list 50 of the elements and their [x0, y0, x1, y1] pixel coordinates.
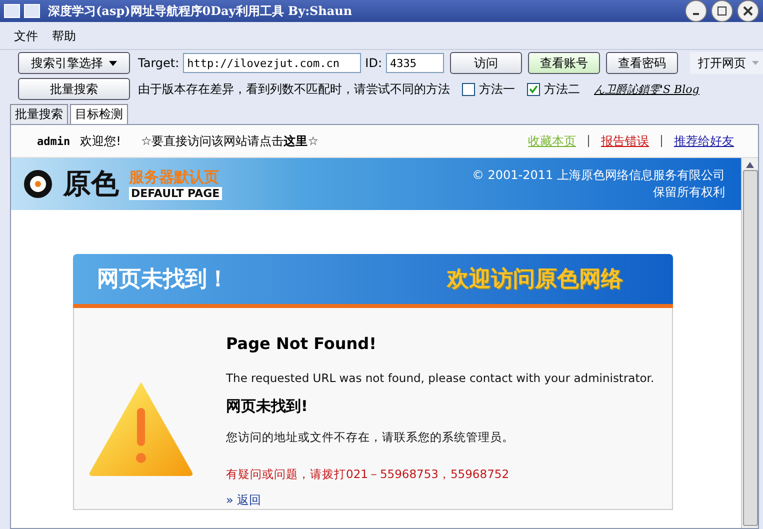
- welcome-text: 欢迎您!: [80, 132, 121, 150]
- heading: Page Not Found!: [226, 334, 378, 353]
- message-text-chinese: 您访问的地址或文件不存在，请联系您的系统管理员。: [226, 430, 515, 445]
- toolbar-button[interactable]: 查看账号: [528, 52, 600, 74]
- method-label: 方法一: [479, 80, 515, 98]
- id-input[interactable]: 4335: [386, 53, 444, 73]
- batch-search-button[interactable]: 批量搜索: [18, 78, 130, 100]
- menu-item[interactable]: 帮助: [52, 28, 76, 45]
- method-label: 方法二: [544, 80, 580, 98]
- tab[interactable]: 目标检测: [70, 104, 128, 124]
- visit-note: ☆要直接访问该网站请点击这里☆: [140, 132, 318, 150]
- box-header-slogan: 欢迎访问原色网络: [447, 266, 623, 294]
- tab[interactable]: 批量搜索: [10, 104, 68, 124]
- box-header-title: 网页未找到！: [97, 266, 229, 294]
- banner-title: 服务器默认页: [129, 168, 219, 187]
- close-button[interactable]: [737, 0, 759, 22]
- target-label: Target:: [138, 56, 180, 70]
- heading-chinese: 网页未找到!: [226, 397, 309, 416]
- menu-item[interactable]: 文件: [14, 28, 38, 45]
- top-link[interactable]: 推荐给好友: [674, 132, 734, 150]
- username: admin: [37, 134, 70, 148]
- minimize-icon: [693, 13, 699, 15]
- contact-text: 有疑问或问题，请拨打021－55968753，55968752: [226, 467, 510, 482]
- back-link[interactable]: » 返回: [226, 492, 654, 509]
- target-input[interactable]: http://ilovezjut.com.cn: [183, 53, 362, 73]
- toolbar-button[interactable]: 访问: [450, 52, 522, 74]
- caret-icon: [109, 60, 117, 66]
- scrollbar[interactable]: [741, 158, 758, 528]
- close-icon: [743, 6, 753, 16]
- banner-subtitle: DEFAULT PAGE: [129, 187, 222, 200]
- maximize-icon: [717, 6, 727, 16]
- logo-ring-icon: [23, 169, 53, 199]
- method-checkbox[interactable]: [527, 82, 540, 96]
- id-label: ID:: [365, 56, 382, 70]
- open-page-dropdown[interactable]: 打开网页: [690, 52, 763, 74]
- scroll-up-icon[interactable]: [746, 162, 754, 168]
- copyright-text: © 2001-2011 上海原色网络信息服务有限公司: [472, 167, 725, 184]
- engine-select[interactable]: 搜索引擎选择: [18, 52, 130, 74]
- maximize-button[interactable]: [711, 0, 733, 22]
- method-checkbox[interactable]: [462, 82, 475, 96]
- toolbar-button[interactable]: 查看密码: [606, 52, 678, 74]
- blog-link[interactable]: ん卫爵訫鎖雯'S Blog: [594, 82, 700, 96]
- caret-icon: [752, 61, 759, 65]
- minimize-button[interactable]: [685, 0, 707, 22]
- rights-text: 保留所有权利: [653, 184, 725, 201]
- logo-text: 原色: [63, 166, 119, 202]
- message-text: The requested URL was not found, please contact with your administrator.: [226, 371, 654, 385]
- window-title: 深度学习(asp)网址导航程序0Day利用工具 By:Shaun: [48, 2, 354, 20]
- top-link[interactable]: 报告错误: [601, 132, 649, 150]
- method-note: 由于版本存在差异，看到列数不匹配时，请尝试不同的方法: [138, 80, 450, 98]
